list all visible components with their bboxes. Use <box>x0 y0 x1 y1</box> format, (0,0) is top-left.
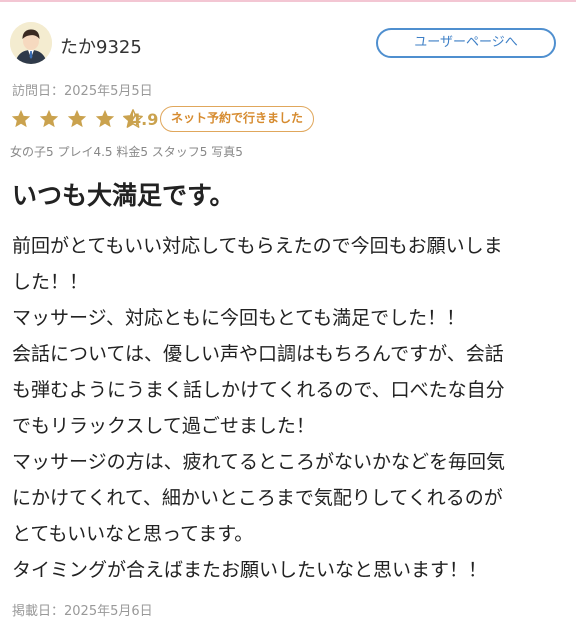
review-line: 前回がとてもいい対応してもらえたので今回もお願いしま <box>12 235 503 257</box>
star-full-icon <box>39 109 59 128</box>
review-body: 前回がとてもいい対応してもらえたので今回もお願いしま した！！ マッサージ、対応… <box>12 228 568 588</box>
review-line: した！！ <box>12 271 89 293</box>
review-line: 会話については、優しい声や口調はもちろんですが、会話 <box>12 343 504 365</box>
user-avatar-icon <box>10 22 52 64</box>
review-line: も弾むようにうまく話しかけてくれるので、口べたな自分 <box>12 379 505 401</box>
rating-value: 4.9 <box>130 110 159 129</box>
star-full-icon <box>96 109 115 128</box>
user-page-button[interactable]: ユーザーページへ <box>376 28 556 58</box>
top-divider <box>0 0 576 2</box>
review-line: とてもいいなと思ってます。 <box>12 523 254 545</box>
net-reservation-badge: ネット予約で行きました <box>160 106 315 132</box>
visit-date: 訪問日：2025年5月5日 <box>12 84 153 99</box>
review-line: にかけてくれて、細かいところまで気配りしてくれるのが <box>12 487 503 509</box>
category-scores: 女の子5 プレイ4.5 料金5 スタッフ5 写真5 <box>10 145 243 159</box>
username[interactable]: たか9325 <box>60 33 142 59</box>
star-rating <box>10 108 145 132</box>
avatar[interactable] <box>10 22 52 64</box>
reviewer-header: たか9325 ユーザーページへ <box>10 22 566 68</box>
review-title: いつも大満足です。 <box>12 181 235 210</box>
review-line: マッサージの方は、疲れてるところがないかなどを毎回気 <box>12 451 506 473</box>
review-line: マッサージ、対応ともに今回もとても満足でした！！ <box>12 307 466 329</box>
review-line: タイミングが合えばまたお願いしたいなと思います！！ <box>12 559 488 581</box>
review-line: でもリラックスして過ごせました！ <box>12 415 315 437</box>
star-full-icon <box>68 109 87 128</box>
posted-date: 掲載日：2025年5月6日 <box>12 604 153 619</box>
rating-row: 4.9 ネット予約で行きました <box>10 106 566 134</box>
star-full-icon <box>11 109 31 128</box>
